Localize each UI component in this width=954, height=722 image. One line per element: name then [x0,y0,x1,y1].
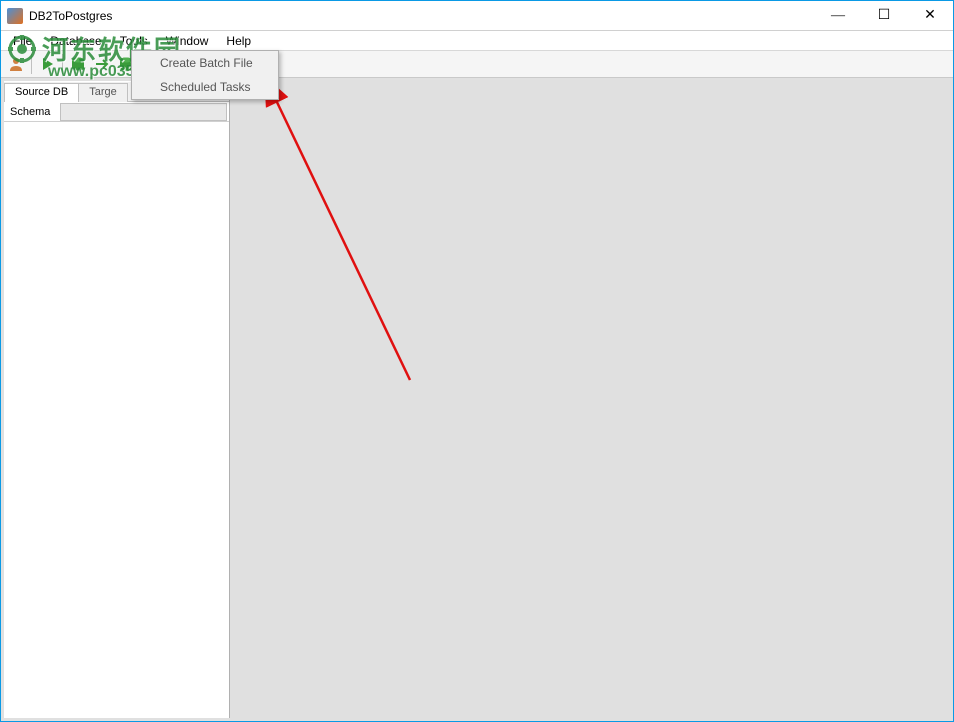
tools-dropdown: Create Batch File Scheduled Tasks [131,50,279,100]
menu-help[interactable]: Help [218,32,259,50]
titlebar: DB2ToPostgres — ☐ ✕ [1,1,953,31]
menu-tools[interactable]: Tools [112,32,156,50]
main-area [230,78,953,721]
toolbar-arrow-icon[interactable] [91,53,113,75]
maximize-button[interactable]: ☐ [861,1,907,31]
menu-scheduled-tasks[interactable]: Scheduled Tasks [132,75,278,99]
schema-combo[interactable] [60,103,227,121]
toolbar-play-icon[interactable] [36,53,58,75]
tab-target[interactable]: Targe [78,83,128,102]
tab-source-db[interactable]: Source DB [4,83,79,102]
menu-file[interactable]: File [5,32,40,50]
minimize-button[interactable]: — [815,1,861,31]
menu-database[interactable]: Database [42,32,109,50]
schema-row: Schema [4,102,229,122]
menu-create-batch-file[interactable]: Create Batch File [132,51,278,75]
schema-tree[interactable] [4,122,229,718]
toolbar-database-icon[interactable] [67,53,89,75]
toolbar-user-icon[interactable] [5,53,27,75]
schema-label: Schema [4,106,60,118]
app-icon [7,8,23,24]
menubar: File Database Tools Window Help [1,31,953,51]
close-button[interactable]: ✕ [907,1,953,31]
left-panel: Source DB Targe Schema [4,81,230,718]
toolbar-separator [62,54,63,74]
content-area: Source DB Targe Schema [1,78,953,721]
app-window: DB2ToPostgres — ☐ ✕ File Database Tools … [0,0,954,722]
toolbar-separator [31,54,32,74]
menu-window[interactable]: Window [158,32,217,50]
window-title: DB2ToPostgres [29,9,112,23]
